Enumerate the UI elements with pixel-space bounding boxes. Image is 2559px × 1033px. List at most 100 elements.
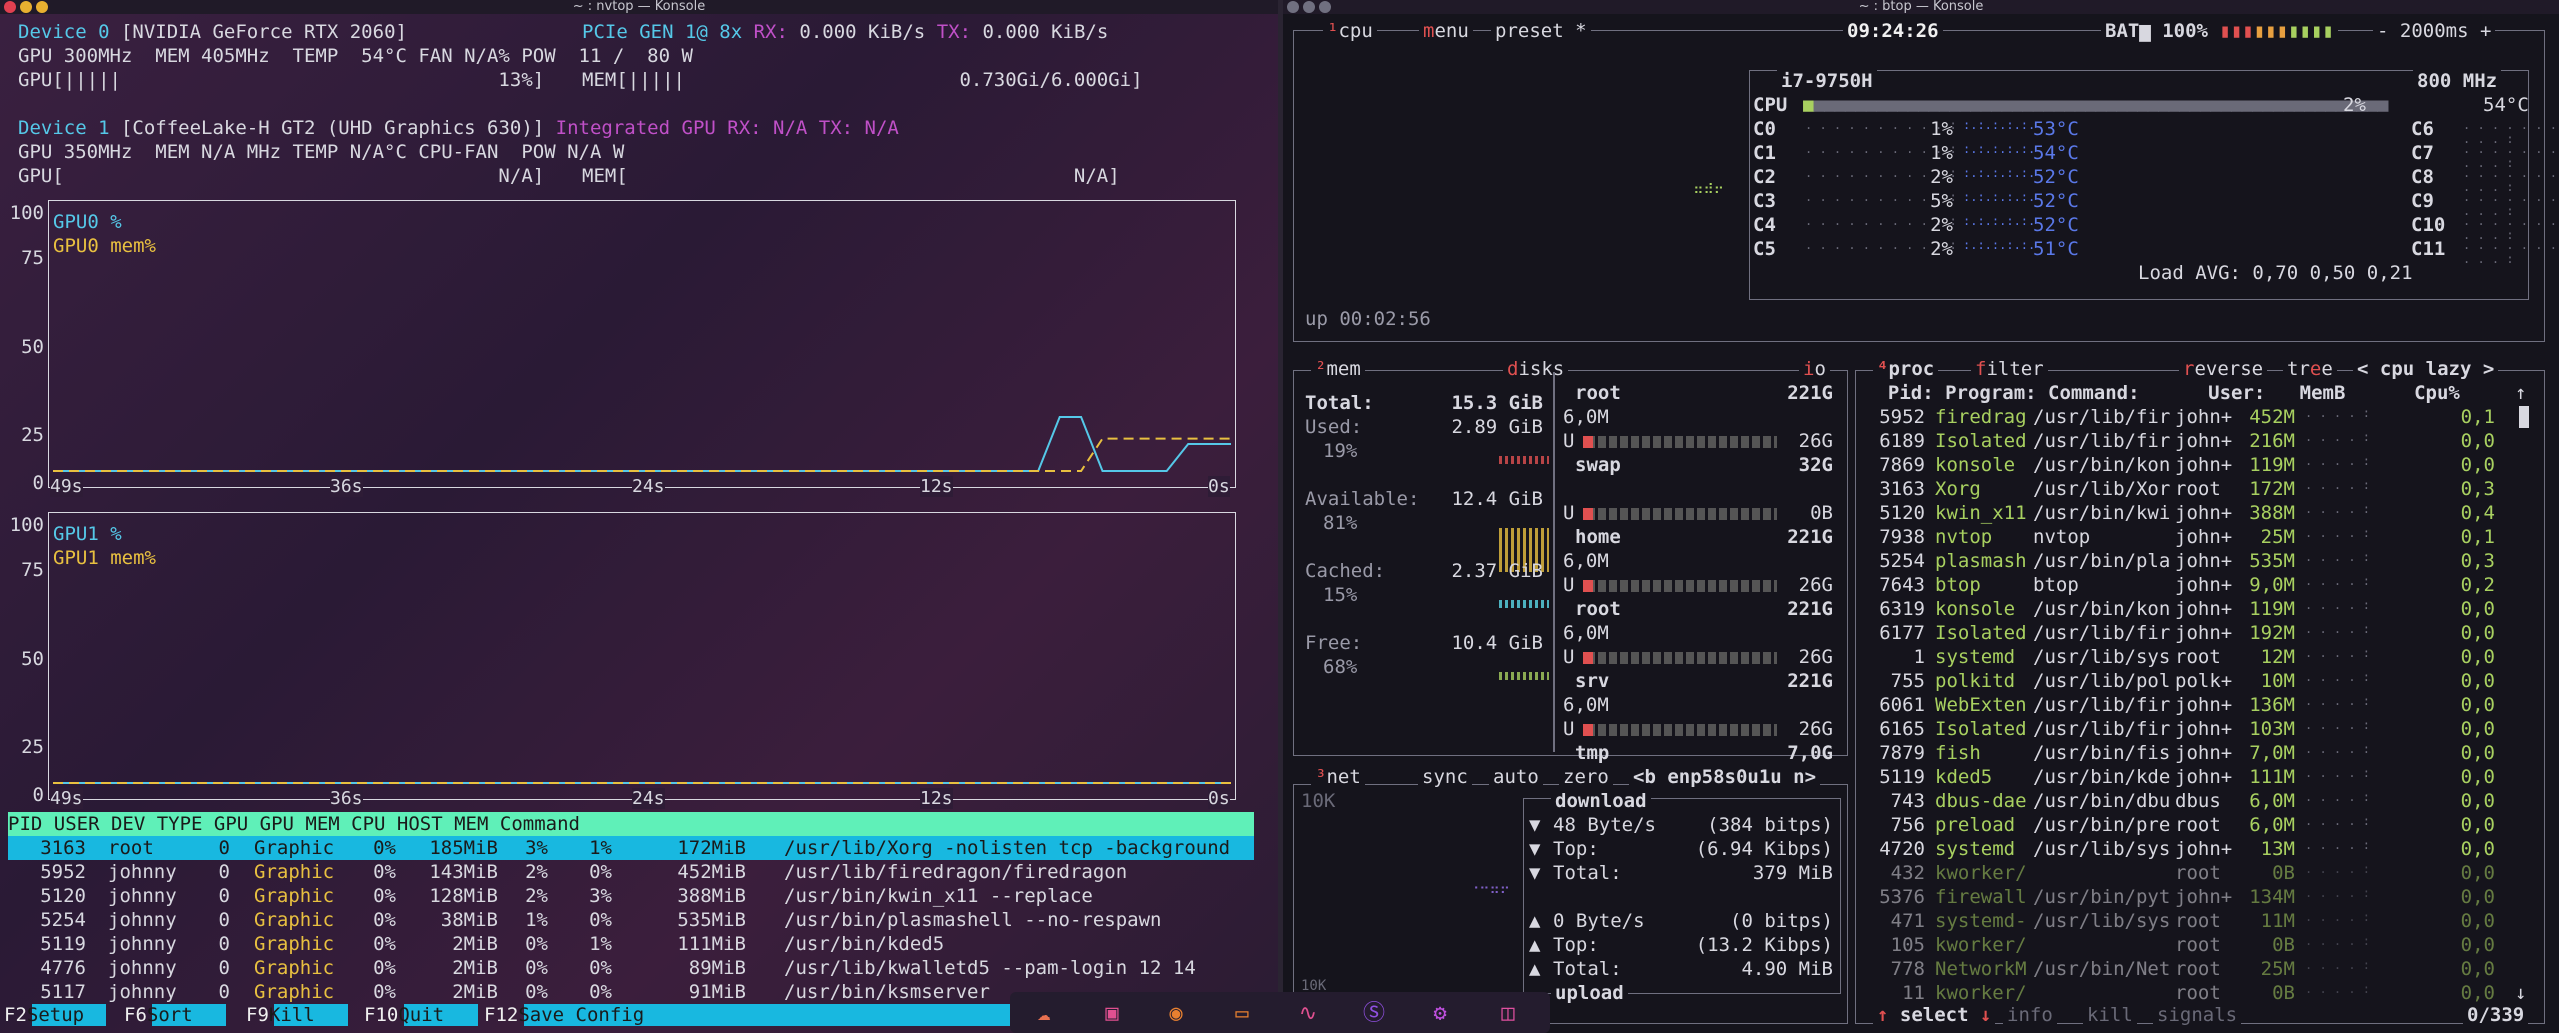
minimize-icon[interactable] xyxy=(20,1,32,13)
kill-button[interactable]: kill xyxy=(2083,1004,2137,1026)
sort-selector[interactable]: < cpu lazy > xyxy=(2353,358,2499,380)
proc-row[interactable]: 3163 Xorg/usr/lib/Xor root 172M . . . . : 0,3 xyxy=(1865,478,2515,502)
menu-button[interactable]: mmenuenu xyxy=(1419,20,1473,42)
proc-row[interactable]: 432 kworker/root 0B . . . . : 0,0 xyxy=(1865,862,2515,886)
filter-button[interactable]: filterfilter xyxy=(1971,358,2048,380)
mem-graph xyxy=(1499,672,1549,680)
proc-cpu-graph: . . . . : xyxy=(2305,790,2371,804)
monitor-icon[interactable]: ∿ xyxy=(1294,1000,1322,1028)
process-row[interactable]: 4776 johnny 0 Graphic 0% 2MiB 0% 0% 89MiB/usr/li… xyxy=(8,956,1254,980)
proc-row[interactable]: 6189 Isolated/usr/lib/fir john+ 216M . . . .… xyxy=(1865,430,2515,454)
maximize-icon[interactable] xyxy=(1319,1,1331,13)
terminal-icon[interactable]: ▣ xyxy=(1098,1000,1126,1028)
fkey-f10[interactable]: F10Quit xyxy=(364,1003,444,1027)
nvtop-titlebar[interactable]: ~ : nvtop — Konsole xyxy=(0,0,1278,14)
net-stat-value: (0 bitps) xyxy=(1730,910,1833,932)
proc-row[interactable]: 6177 Isolated/usr/lib/fir john+ 192M . . . .… xyxy=(1865,622,2515,646)
zero-toggle[interactable]: zero xyxy=(1559,766,1613,788)
cpu-tab[interactable]: ¹cpu xyxy=(1323,20,1377,42)
proc-row[interactable]: 6319 konsole/usr/bin/kon john+ 119M . . . . … xyxy=(1865,598,2515,622)
proc-row[interactable]: 1 systemd/usr/lib/sys root 12M . . . . : 0,0 xyxy=(1865,646,2515,670)
auto-toggle[interactable]: auto xyxy=(1489,766,1543,788)
proc-mem: 134M xyxy=(2249,886,2295,908)
proc-row[interactable]: 743 dbus-dae/usr/bin/dbu dbus 6,0M . . . . :… xyxy=(1865,790,2515,814)
proc-row[interactable]: 6061 WebExten/usr/lib/fir john+ 136M . . . .… xyxy=(1865,694,2515,718)
core-label: C8 xyxy=(2411,166,2434,188)
close-icon[interactable] xyxy=(4,1,16,13)
process-row[interactable]: 5119 johnny 0 Graphic 0% 2MiB 0% 1% 111MiB/usr/b… xyxy=(8,932,1254,956)
scrollbar-thumb[interactable] xyxy=(2519,406,2529,428)
net-interface[interactable]: <b enp58s0u1u n> xyxy=(1629,766,1821,788)
disks-tab[interactable]: ddisksisks xyxy=(1503,358,1569,380)
proc-cpu-graph: . . . . : xyxy=(2305,958,2371,972)
proc-row[interactable]: 755 polkitd/usr/lib/pol polk+ 10M . . . . : 0… xyxy=(1865,670,2515,694)
folder-icon[interactable]: ▭ xyxy=(1228,1000,1256,1028)
proc-mem: 12M xyxy=(2260,646,2295,668)
proc-row[interactable]: 7643 btop btop john+ 9,0M . . . . : 0,2 xyxy=(1865,574,2515,598)
core-pct: 2% xyxy=(1930,214,1953,236)
fkey-f6[interactable]: F6Sort xyxy=(124,1003,193,1027)
process-row[interactable]: 3163 root 0 Graphic 0% 185MiB 3% 1% 172MiB/usr/l… xyxy=(8,836,1254,860)
btop-titlebar[interactable]: ~ : btop — Konsole xyxy=(1283,0,2559,14)
mem-tab[interactable]: ²mem xyxy=(1311,358,1365,380)
core-pct: 1% xyxy=(1930,118,1953,140)
proc-command: /usr/lib/fir xyxy=(2033,718,2171,740)
select-control[interactable]: ↑ select ↓ xyxy=(1873,1004,1996,1026)
minimize-icon[interactable] xyxy=(1303,1,1315,13)
disk-size: 32G xyxy=(1798,454,1833,476)
proc-row[interactable]: 7869 konsole/usr/bin/kon john+ 119M . . . . … xyxy=(1865,454,2515,478)
device1-line1: Device 1 [CoffeeLake-H GT2 (UHD Graphics… xyxy=(18,116,899,140)
net-tab[interactable]: ³net xyxy=(1311,766,1365,788)
proc-row[interactable]: 778 NetworkM/usr/bin/Net root 25M . . . . : 0… xyxy=(1865,958,2515,982)
fkey-f9[interactable]: F9Kill xyxy=(246,1003,315,1027)
sync-toggle[interactable]: sync xyxy=(1418,766,1472,788)
proc-header[interactable]: Pid: Program: Command: User: MemB Cpu% xyxy=(1865,382,2525,404)
disk-io: 6,0M xyxy=(1563,694,1609,716)
proc-row[interactable]: 4720 systemd/usr/lib/sys john+ 13M . . . . :… xyxy=(1865,838,2515,862)
proc-row[interactable]: 7938 nvtop nvtop john+ 25M . . . . : 0,1 xyxy=(1865,526,2515,550)
proc-row[interactable]: 756 preload/usr/bin/pre root 6,0M . . . . : 0… xyxy=(1865,814,2515,838)
settings-icon[interactable]: ⚙ xyxy=(1426,1000,1454,1028)
preset-button[interactable]: preset * xyxy=(1491,20,1591,42)
process-row[interactable]: 5254 johnny 0 Graphic 0% 38MiB 1% 0% 535MiB/usr/… xyxy=(8,908,1254,932)
proc-program: konsole xyxy=(1935,454,2016,476)
close-icon[interactable] xyxy=(1287,1,1299,13)
browser-icon[interactable]: ☁ xyxy=(1030,1000,1058,1028)
window-divider[interactable] xyxy=(1278,0,1283,1033)
cpu-freq: 800 MHz xyxy=(2413,70,2502,92)
proc-program: nvtop xyxy=(1935,526,1993,548)
firedragon-icon[interactable]: ◉ xyxy=(1162,1000,1190,1028)
reverse-toggle[interactable]: reversereverse xyxy=(2179,358,2268,380)
process-row[interactable]: 5952 johnny 0 Graphic 0% 143MiB 2% 0% 452MiB/usr… xyxy=(8,860,1254,884)
bag-icon[interactable]: ◫ xyxy=(1494,1000,1522,1028)
fkey-f2[interactable]: F2Setup xyxy=(4,1003,84,1027)
info-button[interactable]: info xyxy=(2003,1004,2057,1026)
proc-cpu: 0,0 xyxy=(2460,814,2495,836)
store-icon[interactable]: Ⓢ xyxy=(1360,1000,1388,1028)
fkey-f12[interactable]: F12Save Config xyxy=(484,1003,644,1027)
io-toggle[interactable]: ioio xyxy=(1799,358,1830,380)
proc-row[interactable]: 5952 firedrag/usr/lib/fir john+ 452M . . . .… xyxy=(1865,406,2515,430)
signals-button[interactable]: signals xyxy=(2153,1004,2242,1026)
proc-row[interactable]: 105 kworker/root 0B . . . . : 0,0 xyxy=(1865,934,2515,958)
proc-row[interactable]: 7879 fish/usr/bin/fis john+ 7,0M . . . . : 0,… xyxy=(1865,742,2515,766)
proc-row[interactable]: 5254 plasmash/usr/bin/pla john+ 535M . . . .… xyxy=(1865,550,2515,574)
disk-used-label: U xyxy=(1563,718,1575,740)
proc-row[interactable]: 5120 kwin_x11/usr/bin/kwi john+ 388M . . . .… xyxy=(1865,502,2515,526)
process-table-header[interactable]: PID USER DEV TYPE GPU GPU MEM CPU HOST M… xyxy=(8,812,1254,836)
proc-mem: 6,0M xyxy=(2249,790,2295,812)
proc-row[interactable]: 5376 firewall/usr/bin/pyt john+ 134M . . . .… xyxy=(1865,886,2515,910)
proc-mem: 172M xyxy=(2249,478,2295,500)
proc-row[interactable]: 471 systemd- /usr/lib/sys root 11M . . . . : 0… xyxy=(1865,910,2515,934)
proc-tab[interactable]: ⁴proc xyxy=(1873,358,1939,380)
proc-row[interactable]: 5119 kded5/usr/bin/kde john+ 111M . . . . : 0… xyxy=(1865,766,2515,790)
proc-user: root xyxy=(2175,646,2221,668)
series-gpu0-mem- xyxy=(53,437,1231,472)
proc-row[interactable]: 6165 Isolated/usr/lib/fir john+ 103M . . . .… xyxy=(1865,718,2515,742)
maximize-icon[interactable] xyxy=(36,1,48,13)
scroll-down-icon[interactable]: ↓ xyxy=(2515,982,2526,1004)
update-interval[interactable]: - 2000ms + xyxy=(2373,20,2496,42)
proc-row[interactable]: 11 kworker/root 0B . . . . : 0,0 xyxy=(1865,982,2515,1006)
tree-toggle[interactable]: treetree xyxy=(2283,358,2337,380)
process-row[interactable]: 5120 johnny 0 Graphic 0% 128MiB 2% 3% 388MiB/usr… xyxy=(8,884,1254,908)
